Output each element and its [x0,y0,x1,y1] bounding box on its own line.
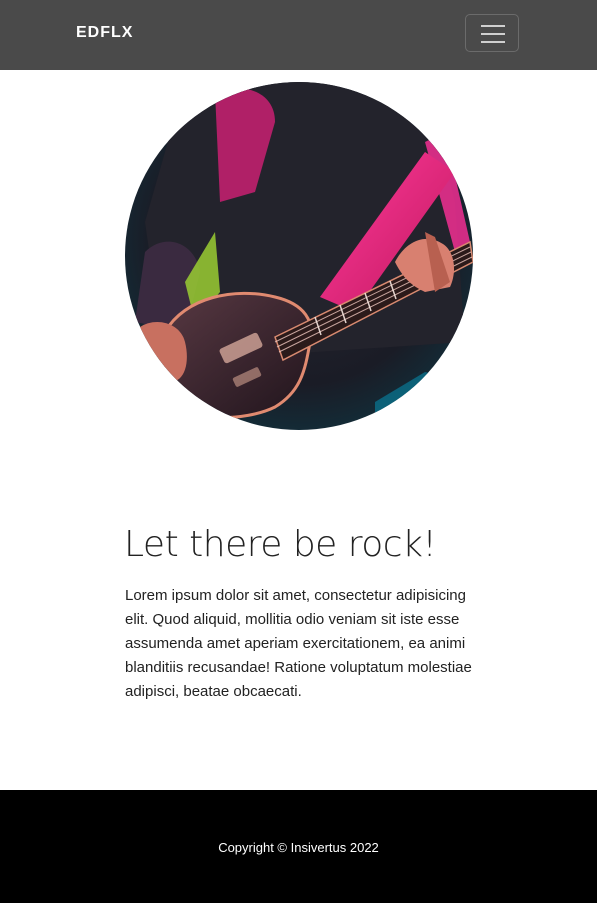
guitarist-illustration [125,82,473,430]
copyright-text: Copyright © Insivertus 2022 [218,840,379,855]
brand-logo[interactable]: EDFLX [76,24,133,42]
intro-paragraph: Lorem ipsum dolor sit amet, consectetur … [125,587,472,700]
hero-image [125,82,473,430]
hamburger-menu-icon [481,25,505,43]
navbar: EDFLX [0,0,597,70]
page-title: Let there be rock! [124,524,437,565]
footer: Copyright © Insivertus 2022 [0,790,597,903]
navbar-toggle-button[interactable] [465,14,519,52]
